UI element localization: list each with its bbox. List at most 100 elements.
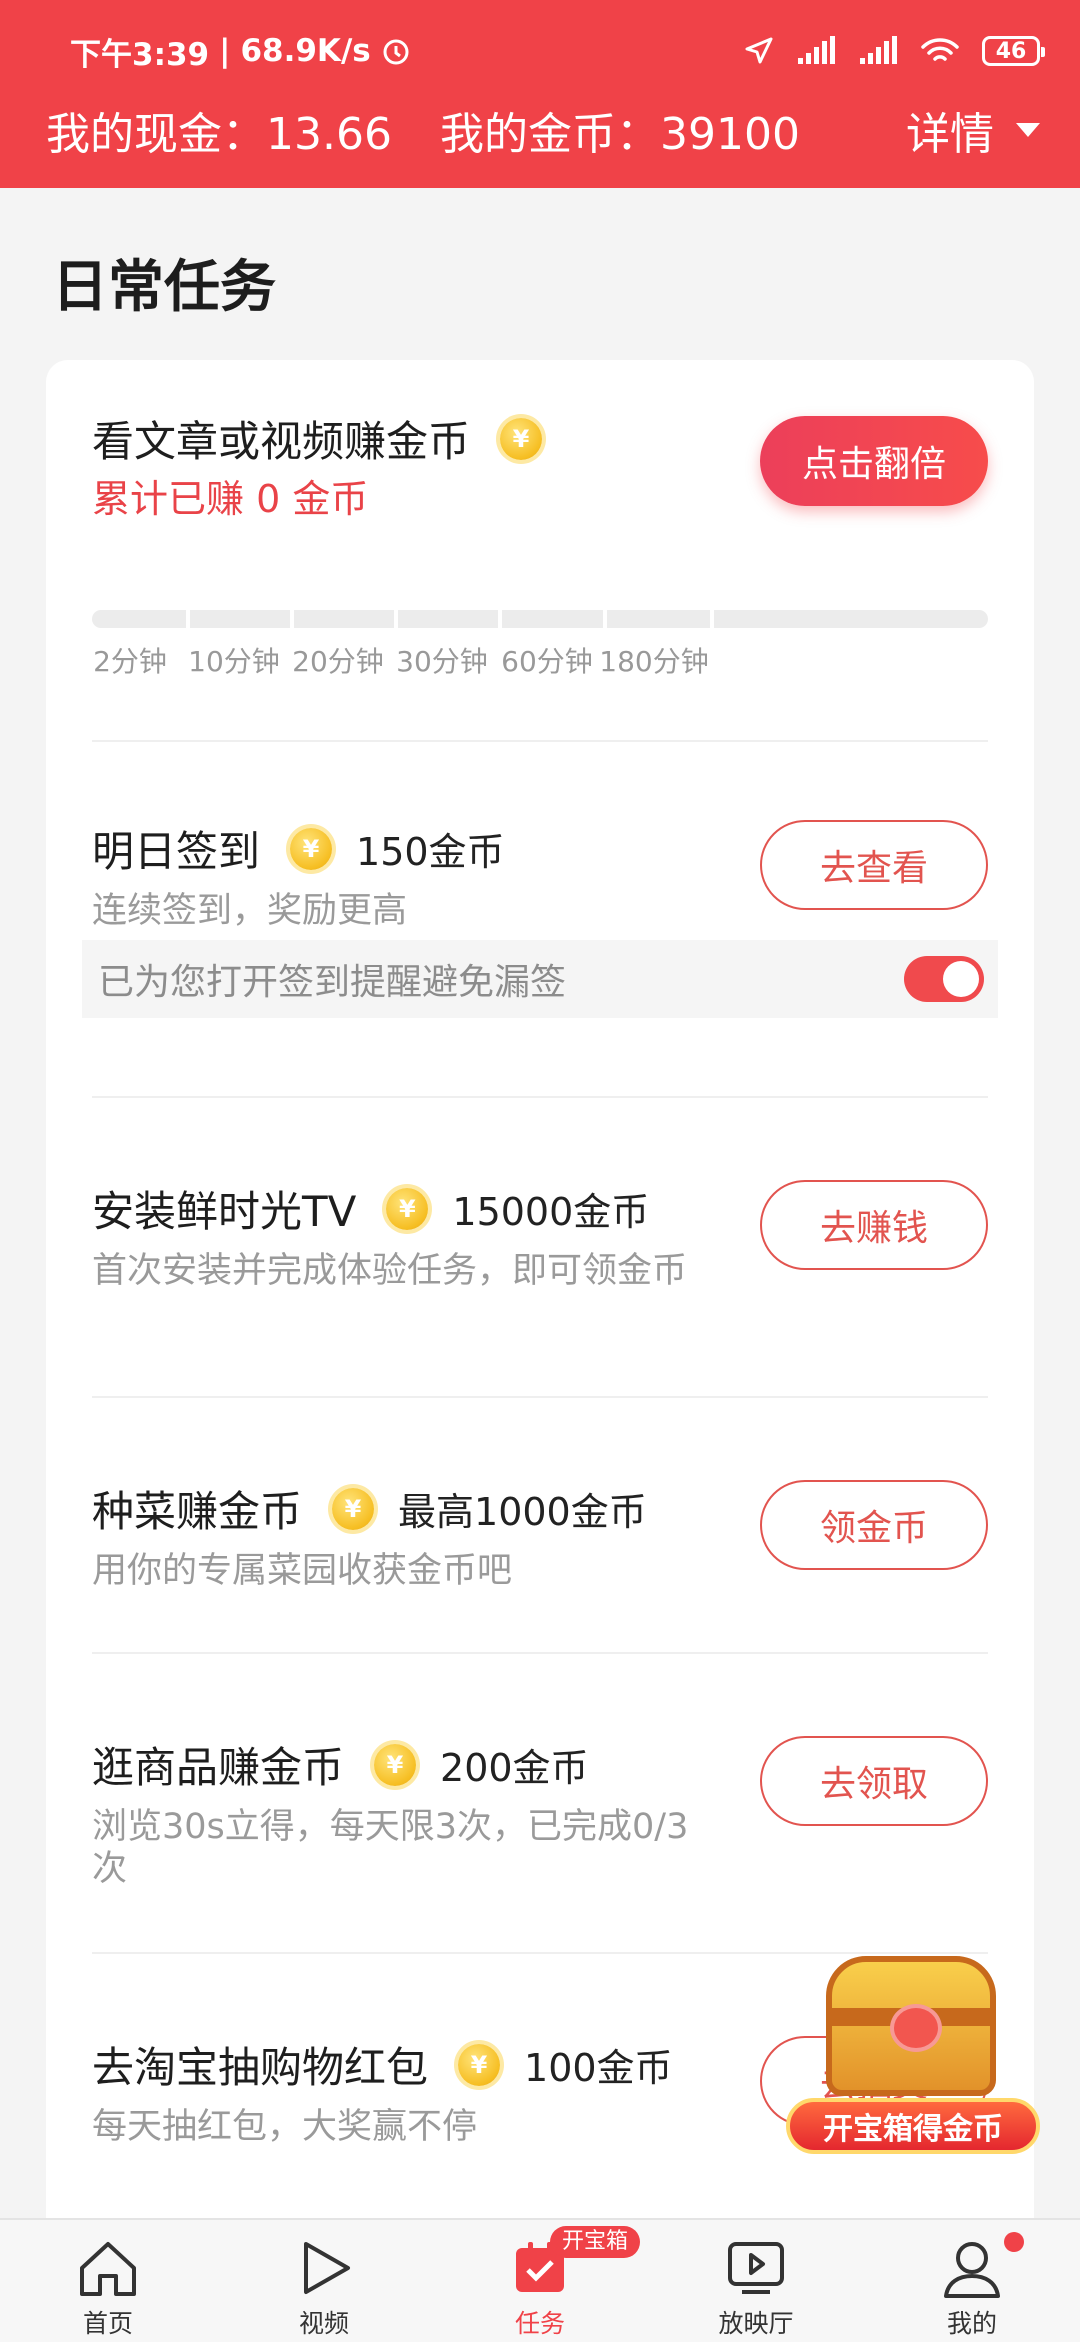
collect-coins-button[interactable]: 领金币 <box>760 1480 988 1570</box>
signin-task: 明日签到 ¥ 150金币 连续签到，奖励更高 去查看 <box>92 818 988 948</box>
heart-lock-icon <box>890 2004 942 2052</box>
progress-segment-gap <box>710 610 714 628</box>
signal-hd-icon <box>860 36 897 64</box>
task-title: 明日签到 ¥ 150金币 <box>92 818 505 879</box>
signin-task-title: 明日签到 <box>92 827 261 876</box>
status-bar: 下午3:39 | 68.9K/s 46 <box>70 26 1045 76</box>
cash-label: 我的现金： <box>46 109 266 160</box>
milestone-label: 60分钟 <box>501 645 593 678</box>
progress-segment-gap <box>498 610 502 628</box>
divider <box>92 1396 988 1398</box>
cash-balance: 我的现金：13.66 <box>46 98 392 162</box>
earn-money-button[interactable]: 去赚钱 <box>760 1180 988 1270</box>
progress-milestones: 2分钟 10分钟 20分钟 30分钟 60分钟 180分钟 <box>92 640 988 680</box>
install-task-title: 安装鲜时光TV <box>92 1187 357 1236</box>
task-reward: 最高1000金币 <box>398 1490 647 1534</box>
task-description: 首次安装并完成体验任务，即可领金币 <box>92 1251 688 1291</box>
wifi-icon <box>921 38 959 61</box>
nav-label: 视频 <box>298 2309 349 2338</box>
task-description: 每天抽红包，大奖赢不停 <box>92 2107 478 2147</box>
person-icon <box>944 2242 1000 2298</box>
chevron-down-icon <box>1016 123 1040 137</box>
daily-task-card: 看文章或视频赚金币 ¥ 累计已赚 0 金币 点击翻倍 2分钟 10分钟 20分钟 30… <box>46 360 1034 2218</box>
progress-segment-gap <box>186 610 190 628</box>
coin-icon: ¥ <box>290 827 333 870</box>
task-description: 连续签到，奖励更高 <box>92 891 408 931</box>
coin-label: 我的金币： <box>439 109 660 160</box>
double-reward-button[interactable]: 点击翻倍 <box>760 416 988 506</box>
milestone-label: 10分钟 <box>188 645 280 678</box>
watch-progress-bar <box>92 610 988 628</box>
task-reward: 150金币 <box>356 830 505 874</box>
nav-label: 我的 <box>946 2309 997 2338</box>
chest-badge: 开宝箱 <box>550 2226 641 2258</box>
reminder-text: 已为您打开签到提醒避免漏签 <box>98 962 567 1003</box>
cash-value: 13.66 <box>266 109 392 160</box>
milestone-label: 180分钟 <box>599 645 709 678</box>
nav-theater[interactable]: 放映厅 <box>648 2220 864 2342</box>
battery-indicator: 46 <box>982 36 1045 66</box>
nav-video[interactable]: 视频 <box>216 2220 432 2342</box>
section-title: 日常任务 <box>52 255 276 320</box>
task-reward: 100金币 <box>524 2046 673 2090</box>
claim-button[interactable]: 去领取 <box>760 1736 988 1826</box>
task-title: 去淘宝抽购物红包 ¥ 100金币 <box>92 2034 673 2095</box>
signin-reminder: 已为您打开签到提醒避免漏签 <box>82 940 998 1018</box>
network-speed: 68.9K/s <box>240 33 371 69</box>
view-signin-button[interactable]: 去查看 <box>760 820 988 910</box>
alarm-icon <box>383 39 409 65</box>
farm-task-title: 种菜赚金币 <box>92 1487 303 1536</box>
coin-icon: ¥ <box>458 2043 501 2086</box>
watch-task: 看文章或视频赚金币 ¥ 累计已赚 0 金币 点击翻倍 <box>92 408 988 738</box>
nav-mine[interactable]: 我的 <box>864 2220 1080 2342</box>
bottom-nav: 首页 视频 开宝箱 任务 放映厅 我的 <box>0 2218 1080 2342</box>
screen-icon <box>728 2242 784 2294</box>
home-icon <box>80 2242 136 2296</box>
task-content[interactable]: 日常任务 看文章或视频赚金币 ¥ 累计已赚 0 金币 点击翻倍 2分钟 10分钟 2… <box>0 188 1080 2218</box>
watch-task-title: 看文章或视频赚金币 <box>92 417 471 466</box>
task-title: 种菜赚金币 ¥ 最高1000金币 <box>92 1478 647 1539</box>
top-header: 下午3:39 | 68.9K/s 46 我的现金：13.66 我的金币：3910… <box>0 0 1080 188</box>
progress-segment-gap <box>394 610 398 628</box>
coin-balance: 我的金币：39100 <box>440 98 800 162</box>
detail-label: 详情 <box>906 109 994 160</box>
nav-home[interactable]: 首页 <box>0 2220 216 2342</box>
task-reward: 15000金币 <box>452 1190 650 1234</box>
browse-task-title: 逛商品赚金币 <box>92 1743 345 1792</box>
task-reward: 200金币 <box>440 1746 589 1790</box>
divider <box>92 740 988 742</box>
milestone-label: 30分钟 <box>396 645 488 678</box>
divider <box>92 1096 988 1098</box>
taobao-task-title: 去淘宝抽购物红包 <box>92 2043 429 2092</box>
nav-label: 任务 <box>514 2309 565 2338</box>
reminder-toggle[interactable] <box>904 956 984 1002</box>
browse-task: 逛商品赚金币 ¥ 200金币 浏览30s立得，每天限3次，已完成0/3次 去领取 <box>92 1734 988 1889</box>
treasure-chest-button[interactable]: 开宝箱得金币 <box>786 1946 1040 2158</box>
coin-value: 39100 <box>659 109 800 160</box>
status-time: 下午3:39 <box>70 36 210 73</box>
notification-dot <box>1004 2232 1024 2252</box>
coin-icon: ¥ <box>500 417 543 460</box>
status-separator: | <box>219 33 231 69</box>
milestone-label: 20分钟 <box>292 645 384 678</box>
divider <box>92 1652 988 1654</box>
nav-task[interactable]: 开宝箱 任务 <box>432 2220 648 2342</box>
progress-track <box>92 610 988 628</box>
nav-label: 首页 <box>82 2309 133 2338</box>
coin-icon: ¥ <box>332 1487 375 1530</box>
signal-icon <box>798 36 835 64</box>
battery-level: 46 <box>995 38 1027 64</box>
progress-segment-gap <box>603 610 607 628</box>
wallet-summary: 我的现金：13.66 我的金币：39100 详情 <box>46 100 1040 160</box>
nav-label: 放映厅 <box>718 2309 794 2338</box>
detail-dropdown[interactable]: 详情 <box>906 100 1040 160</box>
install-tv-task: 安装鲜时光TV ¥ 15000金币 首次安装并完成体验任务，即可领金币 去赚钱 <box>92 1178 988 1318</box>
task-title: 看文章或视频赚金币 ¥ <box>92 408 566 469</box>
task-description: 用你的专属菜园收获金币吧 <box>92 1551 513 1591</box>
location-icon <box>745 37 773 64</box>
task-title: 逛商品赚金币 ¥ 200金币 <box>92 1734 589 1795</box>
task-description: 浏览30s立得，每天限3次，已完成0/3次 <box>92 1807 689 1889</box>
coin-icon: ¥ <box>374 1743 417 1786</box>
farm-task: 种菜赚金币 ¥ 最高1000金币 用你的专属菜园收获金币吧 领金币 <box>92 1478 988 1598</box>
play-icon <box>304 2242 350 2294</box>
